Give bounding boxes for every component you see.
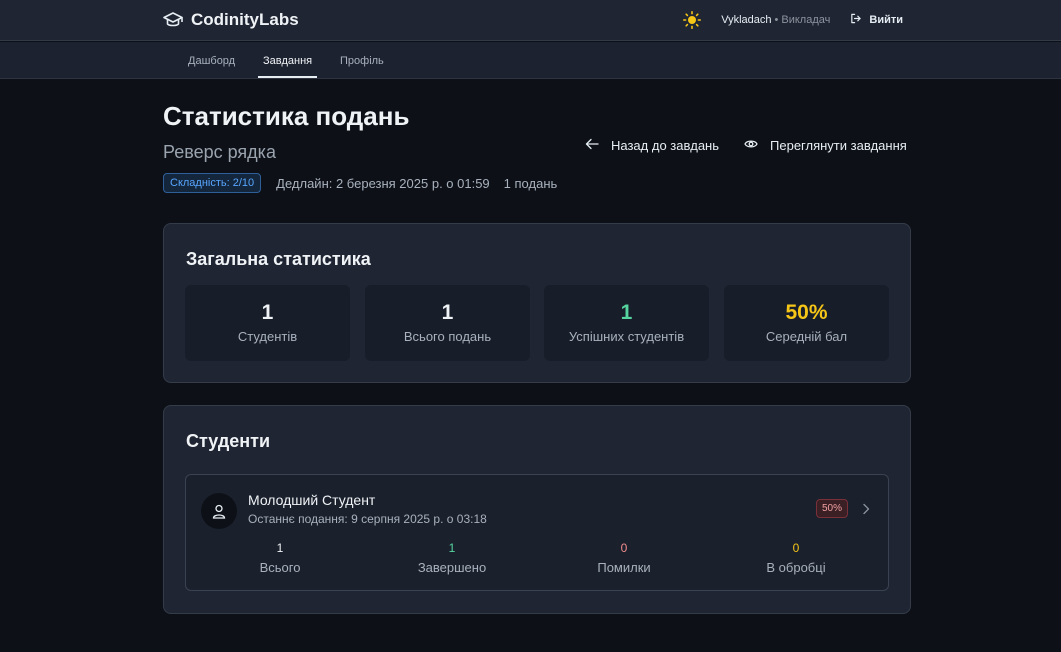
eye-icon [744,138,758,153]
user-name: Vykladach [721,14,772,26]
student-row[interactable]: Молодший Студент Останнє подання: 9 серп… [185,474,889,591]
arrow-left-icon [585,138,599,153]
student-stat-label: В обробці [766,560,826,575]
logout-icon [850,13,862,27]
stat-average-score: 50% Середній бал [724,285,889,361]
page-title: Статистика подань [163,101,410,131]
chevron-right-icon[interactable] [861,502,871,515]
deadline-text: Дедлайн: 2 березня 2025 р. о 01:59 [276,175,490,191]
student-stat-value: 0 [620,541,628,555]
brand-name: CodinityLabs [191,10,299,29]
view-label: Переглянути завдання [770,138,907,153]
user-icon [201,493,237,529]
view-task-button[interactable]: Переглянути завдання [744,138,907,153]
overall-stats-title: Загальна статистика [186,249,371,269]
task-meta: Складність: 2/10 Дедлайн: 2 березня 2025… [163,173,557,193]
student-stat-value: 1 [276,541,284,555]
user-separator: • [774,14,779,26]
student-stat-errors: 0 Помилки [554,541,694,575]
stat-label: Середній бал [765,329,848,344]
user-info: Vykladach • Викладач [721,14,830,26]
tab-dashboard[interactable]: Дашборд [188,42,235,78]
students-title: Студенти [186,431,271,451]
tab-tasks[interactable]: Завдання [258,42,318,78]
logout-button[interactable]: Вийти [850,13,903,27]
student-stat-value: 1 [448,541,456,555]
student-stat-value: 0 [792,541,800,555]
student-name: Молодший Студент [248,492,376,508]
submissions-count: 1 подань [503,175,558,191]
stat-value: 1 [261,301,274,324]
student-stat-label: Помилки [597,560,651,575]
students-card: Студенти Молодший Студент Останнє поданн… [163,405,911,614]
student-stat-pending: 0 В обробці [726,541,866,575]
back-label: Назад до завдань [611,138,720,153]
nav-bar: Дашборд Завдання Профіль [0,42,1061,79]
stat-total-submissions: 1 Всього подань [365,285,530,361]
tab-profile[interactable]: Профіль [340,42,384,78]
student-stat-label: Всього [259,560,301,575]
stat-value: 1 [441,301,454,324]
student-last-submission: Останнє подання: 9 серпня 2025 р. о 03:1… [248,512,487,526]
sun-icon[interactable] [683,11,702,29]
user-role: Викладач [781,14,831,26]
score-badge: 50% [816,499,849,518]
stat-label: Студентів [237,329,298,344]
difficulty-badge: Складність: 2/10 [163,173,262,193]
overall-stats-card: Загальна статистика 1 Студентів 1 Всього… [163,223,911,383]
stat-label: Всього подань [403,329,492,344]
stat-label: Успішних студентів [568,329,685,344]
stat-value: 1 [620,301,633,324]
graduation-cap-icon [163,10,183,30]
brand[interactable]: CodinityLabs [163,9,299,31]
task-name: Реверс рядка [163,142,276,162]
stat-value: 50% [785,301,828,324]
student-stat-completed: 1 Завершено [382,541,522,575]
stat-successful-students: 1 Успішних студентів [544,285,709,361]
logout-label: Вийти [869,14,903,26]
stat-students: 1 Студентів [185,285,350,361]
top-bar: CodinityLabs Vykladach • Викладач Вийти [0,0,1061,41]
student-stat-total: 1 Всього [210,541,350,575]
back-to-tasks-button[interactable]: Назад до завдань [585,138,719,153]
student-stat-label: Завершено [417,560,487,575]
